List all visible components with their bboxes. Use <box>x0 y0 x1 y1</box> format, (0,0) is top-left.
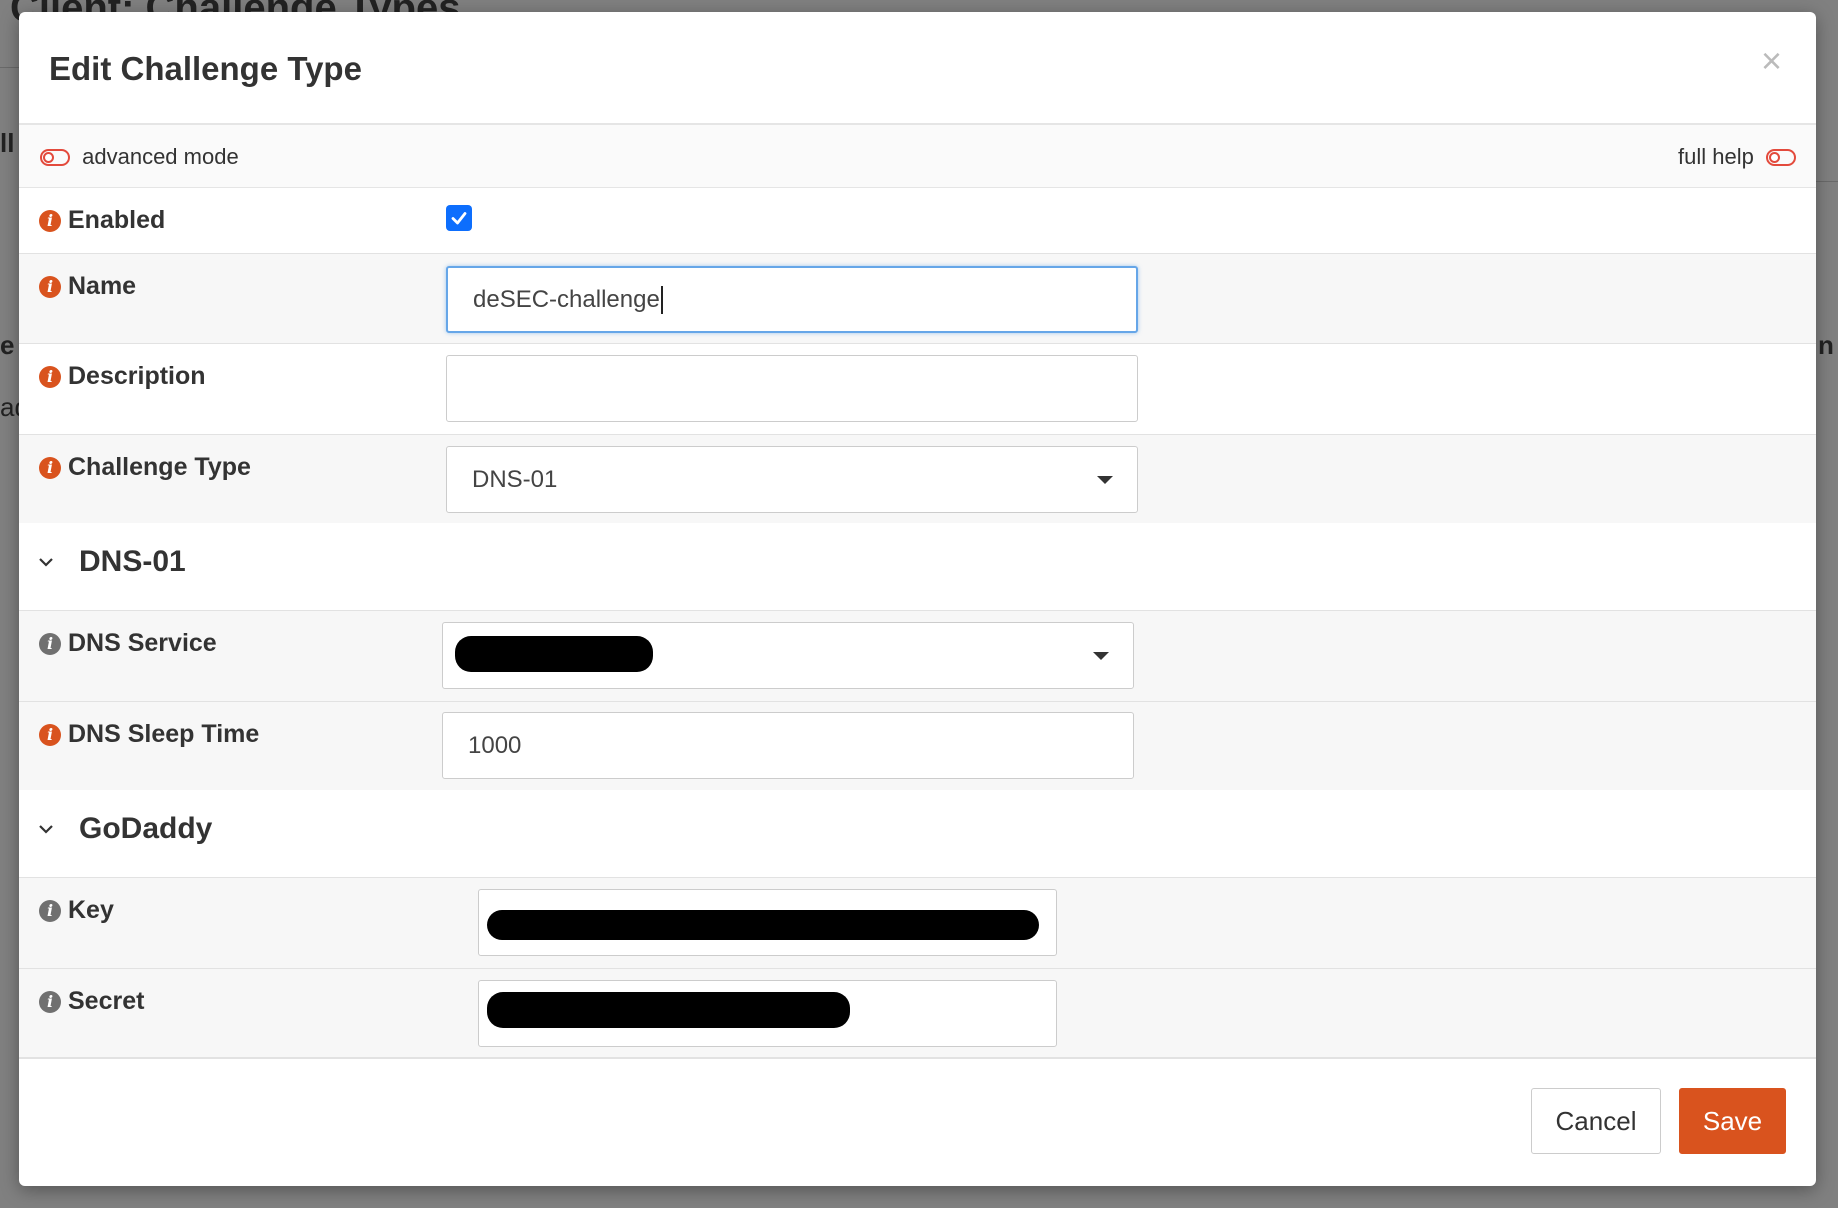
description-row: i Description <box>19 344 1816 435</box>
dns-sleep-time-label-text: DNS Sleep Time <box>68 720 260 748</box>
info-icon[interactable]: i <box>39 365 61 388</box>
dns-sleep-time-value: 1000 <box>468 731 522 759</box>
dns-service-select[interactable] <box>442 622 1134 689</box>
dns-sleep-time-label: i DNS Sleep Time <box>39 720 259 749</box>
secret-row: i Secret <box>19 969 1816 1059</box>
toggle-off-icon <box>40 148 70 166</box>
dns-sleep-time-row: i DNS Sleep Time 1000 <box>19 702 1816 790</box>
section-godaddy-title: GoDaddy <box>79 812 213 845</box>
full-help-toggle[interactable]: full help <box>1678 143 1796 170</box>
key-label: i Key <box>39 896 114 925</box>
name-input-value: deSEC-challenge <box>473 285 660 313</box>
redacted-value <box>455 636 653 672</box>
caret-down-icon <box>1093 651 1109 660</box>
chevron-down-icon <box>39 558 53 567</box>
advanced-mode-toggle[interactable]: advanced mode <box>40 143 239 170</box>
text-cursor <box>660 285 663 314</box>
close-button[interactable]: × <box>1755 42 1788 80</box>
dns-sleep-time-input[interactable]: 1000 <box>442 712 1134 779</box>
name-label-text: Name <box>68 272 137 300</box>
background-fragment: n <box>1818 330 1834 360</box>
info-icon[interactable]: i <box>39 990 61 1013</box>
enabled-label: i Enabled <box>39 206 165 235</box>
section-dns01-title: DNS-01 <box>79 545 186 578</box>
enabled-label-text: Enabled <box>68 206 166 234</box>
advanced-mode-label: advanced mode <box>82 144 239 170</box>
info-icon[interactable]: i <box>39 723 61 746</box>
info-icon[interactable]: i <box>39 456 61 479</box>
key-row: i Key <box>19 878 1816 969</box>
description-label-text: Description <box>68 362 206 390</box>
modal-footer: Cancel Save <box>19 1057 1816 1186</box>
info-icon[interactable]: i <box>39 899 61 922</box>
name-input[interactable]: deSEC-challenge <box>446 266 1138 333</box>
name-row: i Name deSEC-challenge <box>19 254 1816 344</box>
redacted-value <box>487 910 1039 940</box>
toggle-off-icon <box>1766 148 1796 166</box>
full-help-label: full help <box>1678 144 1754 170</box>
dns-service-label: i DNS Service <box>39 629 217 658</box>
secret-label: i Secret <box>39 987 144 1016</box>
background-divider <box>0 67 19 68</box>
dns-service-label-text: DNS Service <box>68 629 217 657</box>
secret-label-text: Secret <box>68 987 145 1015</box>
cancel-button[interactable]: Cancel <box>1531 1088 1661 1154</box>
secret-input[interactable] <box>478 980 1057 1047</box>
challenge-type-selected-value: DNS-01 <box>472 465 558 493</box>
enabled-checkbox[interactable] <box>446 205 472 231</box>
description-label: i Description <box>39 362 206 391</box>
challenge-type-label: i Challenge Type <box>39 453 251 482</box>
redacted-value <box>487 992 850 1028</box>
info-icon[interactable]: i <box>39 209 61 232</box>
description-input[interactable] <box>446 355 1138 422</box>
challenge-type-row: i Challenge Type DNS-01 <box>19 435 1816 523</box>
background-fragment: ll <box>0 128 15 158</box>
challenge-type-select[interactable]: DNS-01 <box>446 446 1138 513</box>
checkmark-icon <box>451 212 467 225</box>
edit-challenge-type-modal: Edit Challenge Type × advanced mode full… <box>19 12 1816 1186</box>
modal-title: Edit Challenge Type <box>49 50 362 87</box>
dns-service-row: i DNS Service <box>19 611 1816 702</box>
save-button[interactable]: Save <box>1679 1088 1786 1154</box>
key-input[interactable] <box>478 889 1057 956</box>
section-dns01-header[interactable]: DNS-01 <box>19 523 1816 611</box>
challenge-type-label-text: Challenge Type <box>68 453 251 481</box>
key-label-text: Key <box>68 896 114 924</box>
section-godaddy-header[interactable]: GoDaddy <box>19 790 1816 878</box>
name-label: i Name <box>39 272 136 301</box>
mode-toggle-bar: advanced mode full help <box>19 125 1816 188</box>
background-fragment: e <box>0 330 15 360</box>
info-icon[interactable]: i <box>39 275 61 298</box>
chevron-down-icon <box>39 825 53 834</box>
background-divider <box>1816 181 1838 182</box>
enabled-row: i Enabled <box>19 188 1816 254</box>
info-icon[interactable]: i <box>39 632 61 655</box>
modal-header: Edit Challenge Type × <box>19 12 1816 125</box>
caret-down-icon <box>1097 475 1113 484</box>
